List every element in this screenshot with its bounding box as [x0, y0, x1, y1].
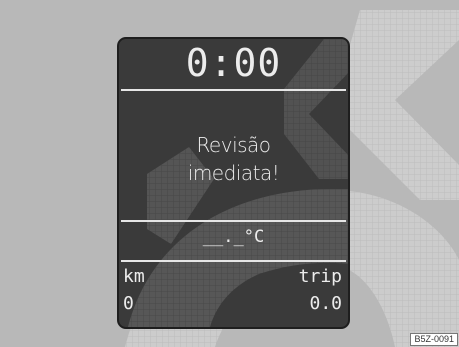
clock-readout: 0:00	[185, 41, 282, 85]
odometer-label: km	[123, 266, 145, 287]
odometer-value: 0	[123, 293, 134, 314]
figure-frame: 0:00 Revisão imediata! __._°C km 0 trip …	[0, 0, 459, 347]
trip-value: 0.0	[309, 293, 342, 314]
trip-label: trip	[298, 266, 342, 287]
divider-middle	[121, 220, 346, 222]
temperature-readout: __._°C	[202, 227, 265, 247]
figure-code-label: B5Z-0091	[410, 333, 458, 346]
divider-bottom	[121, 260, 346, 262]
message-line-1: Revisão	[196, 133, 271, 157]
divider-top	[121, 89, 346, 91]
message-line-2: imediata!	[187, 161, 280, 185]
instrument-display: 0:00 Revisão imediata! __._°C km 0 trip …	[117, 37, 350, 329]
